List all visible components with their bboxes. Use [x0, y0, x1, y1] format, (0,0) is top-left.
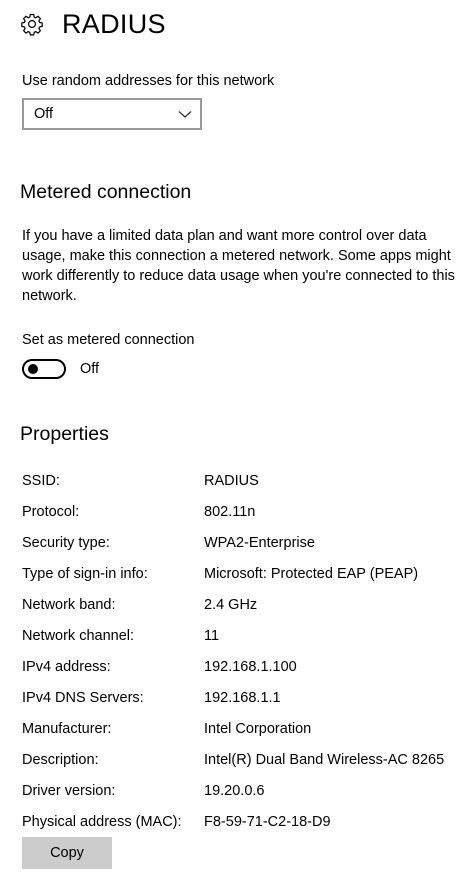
property-key: Network band: — [22, 596, 116, 613]
property-value: 802.11n — [204, 503, 256, 520]
property-key: IPv4 address: — [22, 658, 111, 675]
property-row: IPv4 address: 192.168.1.100 — [22, 651, 467, 682]
property-key: Manufacturer: — [22, 720, 112, 737]
random-addresses-dropdown[interactable]: Off — [22, 98, 202, 130]
property-value: 2.4 GHz — [204, 596, 258, 613]
property-value: 192.168.1.100 — [204, 658, 297, 675]
property-value: 11 — [204, 627, 220, 644]
property-row: Description: Intel(R) Dual Band Wireless-… — [22, 744, 467, 775]
property-value: F8-59-71-C2-18-D9 — [204, 813, 331, 830]
property-value: 192.168.1.1 — [204, 689, 281, 706]
property-row: Protocol: 802.11n — [22, 496, 467, 527]
property-key: Security type: — [22, 534, 110, 551]
chevron-down-icon — [178, 109, 192, 119]
property-row: Network band: 2.4 GHz — [22, 589, 467, 620]
page-header: RADIUS — [20, 6, 166, 42]
property-row: Security type: WPA2-Enterprise — [22, 527, 467, 558]
metered-toggle-switch[interactable] — [22, 359, 66, 379]
property-key: Driver version: — [22, 782, 116, 799]
random-addresses-label: Use random addresses for this network — [22, 73, 275, 89]
property-value: Intel(R) Dual Band Wireless-AC 8265 — [204, 751, 445, 768]
toggle-knob — [28, 364, 38, 374]
property-row: Physical address (MAC): F8-59-71-C2-18-D9 — [22, 806, 467, 837]
metered-toggle-state: Off — [80, 361, 100, 377]
metered-toggle-label: Set as metered connection — [22, 332, 195, 348]
metered-description: If you have a limited data plan and want… — [22, 228, 455, 304]
property-key: IPv4 DNS Servers: — [22, 689, 144, 706]
property-key: Network channel: — [22, 627, 135, 644]
property-row: IPv4 DNS Servers: 192.168.1.1 — [22, 682, 467, 713]
page-title: RADIUS — [62, 9, 166, 39]
property-value: RADIUS — [204, 472, 259, 489]
properties-list: SSID: RADIUS Protocol: 802.11n Security type… — [22, 465, 467, 837]
property-value: Intel Corporation — [204, 720, 312, 737]
copy-button[interactable]: Copy — [22, 837, 112, 869]
property-key: Type of sign-in info: — [22, 565, 148, 582]
property-value: WPA2-Enterprise — [204, 534, 315, 551]
property-value: Microsoft: Protected EAP (PEAP) — [204, 565, 419, 582]
property-key: Protocol: — [22, 503, 80, 520]
properties-heading: Properties — [20, 423, 109, 445]
metered-connection-heading: Metered connection — [20, 181, 192, 203]
property-row: SSID: RADIUS — [22, 465, 467, 496]
property-row: Driver version: 19.20.0.6 — [22, 775, 467, 806]
property-key: Physical address (MAC): — [22, 813, 182, 830]
property-key: SSID: — [22, 472, 60, 489]
property-row: Network channel: 11 — [22, 620, 467, 651]
property-row: Manufacturer: Intel Corporation — [22, 713, 467, 744]
property-row: Type of sign-in info: Microsoft: Protecte… — [22, 558, 467, 589]
metered-toggle-row: Off — [22, 359, 99, 379]
gear-icon — [20, 12, 44, 36]
property-key: Description: — [22, 751, 99, 768]
dropdown-selected-value: Off — [34, 106, 54, 122]
property-value: 19.20.0.6 — [204, 782, 265, 799]
